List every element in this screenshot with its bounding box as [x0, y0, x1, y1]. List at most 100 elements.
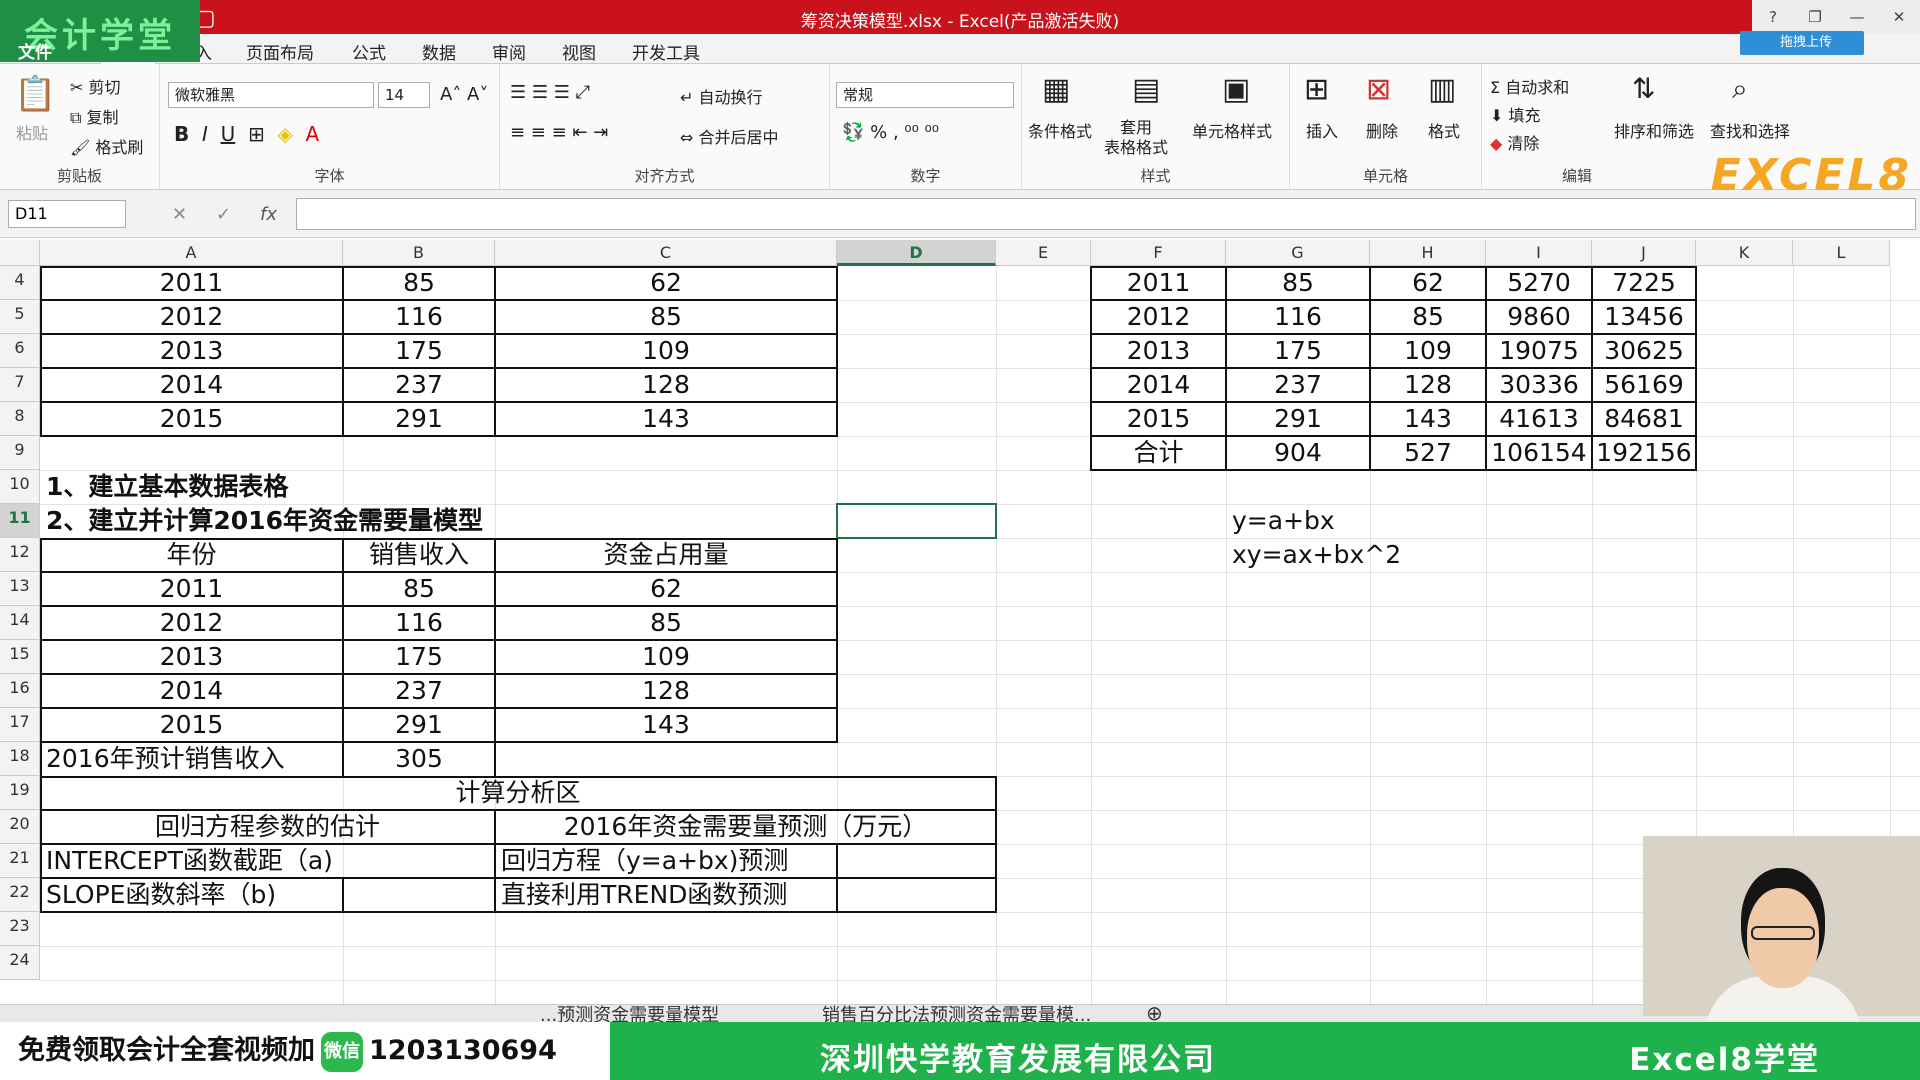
cell-j9[interactable]: 192156: [1592, 436, 1696, 470]
cell-g4[interactable]: 85: [1226, 266, 1370, 300]
cell-style-button[interactable]: 单元格样式: [1192, 118, 1272, 142]
column-header-g[interactable]: G: [1226, 240, 1370, 266]
cell-g7[interactable]: 237: [1226, 368, 1370, 402]
find-select-button[interactable]: 查找和选择: [1710, 118, 1790, 142]
bold-button[interactable]: B: [174, 122, 189, 146]
formula-note-2[interactable]: xy=ax+bx^2: [1226, 538, 1526, 572]
align-left-icon[interactable]: ≡ ≡ ≡ ⇤ ⇥: [510, 122, 608, 143]
cell-f9[interactable]: 合计: [1091, 436, 1226, 470]
cell-b7[interactable]: 237: [343, 368, 495, 402]
row-header-12[interactable]: 12: [0, 538, 40, 572]
tab-formulas[interactable]: 公式: [352, 39, 386, 64]
cell-f8[interactable]: 2015: [1091, 402, 1226, 436]
font-name-select[interactable]: 微软雅黑: [168, 82, 374, 108]
cell-j7[interactable]: 56169: [1592, 368, 1696, 402]
cell-i4[interactable]: 5270: [1486, 266, 1592, 300]
name-box[interactable]: D11: [8, 200, 126, 228]
row-header-14[interactable]: 14: [0, 606, 40, 640]
analysis-left-header[interactable]: 回归方程参数的估计: [40, 810, 495, 844]
cell-a4[interactable]: 2011: [40, 266, 343, 300]
cell-a7[interactable]: 2014: [40, 368, 343, 402]
row-header-19[interactable]: 19: [0, 776, 40, 810]
row-header-8[interactable]: 8: [0, 402, 40, 436]
insert-cells-button[interactable]: 插入: [1306, 118, 1338, 142]
format-painter-button[interactable]: 🖌 格式刷: [70, 134, 143, 158]
binoculars-icon[interactable]: ⌕: [1732, 72, 1748, 106]
restore-button[interactable]: ❐: [1794, 0, 1836, 34]
cell-h9[interactable]: 527: [1370, 436, 1486, 470]
font-size-select[interactable]: 14: [378, 82, 430, 108]
row-header-22[interactable]: 22: [0, 878, 40, 912]
cell-h5[interactable]: 85: [1370, 300, 1486, 334]
cell-b5[interactable]: 116: [343, 300, 495, 334]
align-top-icon[interactable]: ☰ ☰ ☰ ⤢: [510, 82, 590, 103]
cell-h8[interactable]: 143: [1370, 402, 1486, 436]
sort-filter-button[interactable]: 排序和筛选: [1614, 118, 1694, 142]
cell-b16[interactable]: 237: [343, 674, 495, 708]
cell-c16[interactable]: 128: [495, 674, 837, 708]
row-header-23[interactable]: 23: [0, 912, 40, 946]
cell-g8[interactable]: 291: [1226, 402, 1370, 436]
analysis-right-header[interactable]: 2016年资金需要量预测（万元）: [495, 810, 996, 844]
cell-c4[interactable]: 62: [495, 266, 837, 300]
row-header-21[interactable]: 21: [0, 844, 40, 878]
column-header-b[interactable]: B: [343, 240, 495, 266]
tab-data[interactable]: 数据: [422, 39, 456, 64]
tab-page-layout[interactable]: 页面布局: [246, 39, 314, 64]
cell-style-icon[interactable]: ▣: [1222, 72, 1250, 107]
column-header-k[interactable]: K: [1696, 240, 1793, 266]
format-cells-icon[interactable]: ▥: [1428, 72, 1456, 107]
cell-i9[interactable]: 106154: [1486, 436, 1592, 470]
column-header-d[interactable]: D: [837, 240, 996, 266]
delete-cells-button[interactable]: 删除: [1366, 118, 1398, 142]
paste-icon[interactable]: 📋: [14, 74, 56, 114]
conditional-format-icon[interactable]: ▦: [1042, 72, 1070, 107]
analysis-title[interactable]: 计算分析区: [40, 776, 996, 810]
tab-developer[interactable]: 开发工具: [632, 39, 700, 64]
cut-button[interactable]: ✂ 剪切: [70, 74, 121, 98]
regression-label[interactable]: 回归方程（y=a+bx)预测: [495, 844, 837, 878]
formula-input[interactable]: [296, 198, 1916, 230]
cell-c14[interactable]: 85: [495, 606, 837, 640]
row-header-10[interactable]: 10: [0, 470, 40, 504]
cell-g9[interactable]: 904: [1226, 436, 1370, 470]
cell-a16[interactable]: 2014: [40, 674, 343, 708]
cell-b15[interactable]: 175: [343, 640, 495, 674]
row-header-6[interactable]: 6: [0, 334, 40, 368]
insert-cells-icon[interactable]: ⊞: [1304, 72, 1329, 107]
cell-a8[interactable]: 2015: [40, 402, 343, 436]
row-header-9[interactable]: 9: [0, 436, 40, 470]
row-header-5[interactable]: 5: [0, 300, 40, 334]
column-header-f[interactable]: F: [1091, 240, 1226, 266]
cell-f6[interactable]: 2013: [1091, 334, 1226, 368]
cell-c8[interactable]: 143: [495, 402, 837, 436]
conditional-format-button[interactable]: 条件格式: [1028, 118, 1092, 142]
cell-c13[interactable]: 62: [495, 572, 837, 606]
table-format-icon[interactable]: ▤: [1132, 72, 1160, 107]
cell-h6[interactable]: 109: [1370, 334, 1486, 368]
tab-view[interactable]: 视图: [562, 39, 596, 64]
cell-h7[interactable]: 128: [1370, 368, 1486, 402]
fill-color-icon[interactable]: ◈: [277, 122, 292, 146]
underline-button[interactable]: U: [221, 122, 236, 146]
font-color-icon[interactable]: A: [306, 122, 320, 146]
cell-b17[interactable]: 291: [343, 708, 495, 742]
select-all-corner[interactable]: [0, 240, 40, 266]
cell-c6[interactable]: 109: [495, 334, 837, 368]
header-year[interactable]: 年份: [40, 538, 343, 572]
cell-a6[interactable]: 2013: [40, 334, 343, 368]
tab-file[interactable]: 文件: [18, 38, 52, 63]
cell-a5[interactable]: 2012: [40, 300, 343, 334]
cell-b14[interactable]: 116: [343, 606, 495, 640]
cell-i6[interactable]: 19075: [1486, 334, 1592, 368]
intercept-label[interactable]: INTERCEPT函数截距（a): [40, 844, 495, 878]
spreadsheet-grid[interactable]: A B C D E F G H I J K L 4 5 6 7 8 9 10 1…: [0, 240, 1920, 1010]
header-sales[interactable]: 销售收入: [343, 538, 495, 572]
close-button[interactable]: ✕: [1878, 0, 1920, 34]
cell-f5[interactable]: 2012: [1091, 300, 1226, 334]
row-header-20[interactable]: 20: [0, 810, 40, 844]
cell-a13[interactable]: 2011: [40, 572, 343, 606]
formula-note-1[interactable]: y=a+bx: [1226, 504, 1526, 538]
delete-cells-icon[interactable]: ⊠: [1366, 72, 1391, 107]
help-button[interactable]: ?: [1752, 0, 1794, 34]
